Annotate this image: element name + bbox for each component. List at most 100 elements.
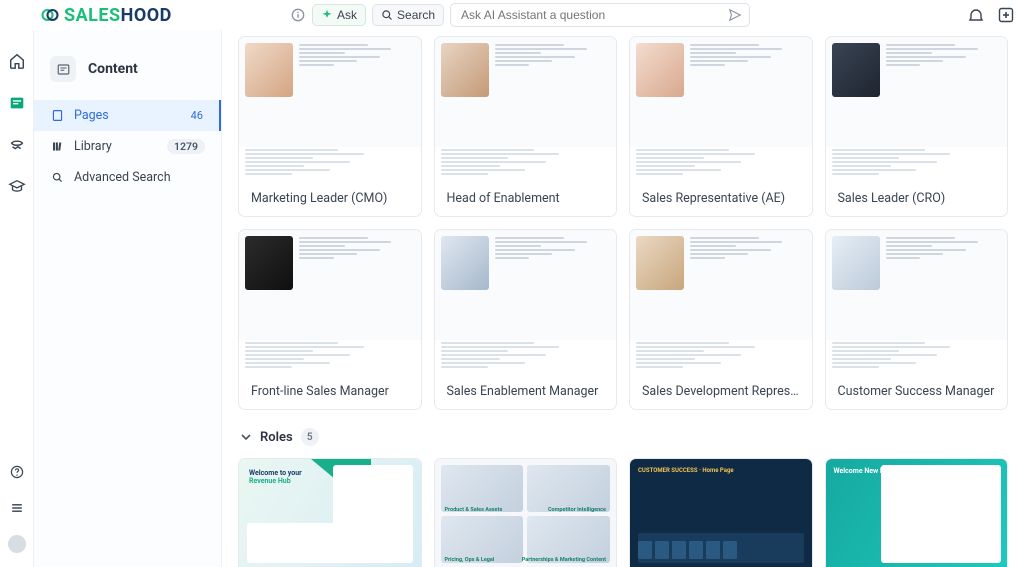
thumb-body (826, 340, 1008, 374)
sidebar-title: Content (88, 61, 138, 77)
thumb-body (435, 147, 617, 181)
roles-title: Roles (260, 430, 293, 445)
persona-card[interactable]: Customer Success Manager (825, 229, 1009, 410)
persona-thumb (239, 230, 421, 374)
sidebar: Content Pages 46 Library 1279 Advanced S… (34, 30, 222, 567)
notifications-icon[interactable] (968, 7, 984, 23)
persona-photo (441, 236, 489, 290)
chevron-down-icon (240, 431, 252, 443)
sidebar-item-label: Pages (74, 108, 109, 123)
persona-title: Front-line Sales Manager (239, 374, 421, 409)
persona-thumb (435, 230, 617, 374)
sidebar-item-advanced-search[interactable]: Advanced Search (34, 162, 221, 193)
search-button[interactable]: Search (372, 4, 444, 26)
sparkle-icon (321, 9, 333, 21)
thumb-body (826, 147, 1008, 181)
persona-title: Sales Leader (CRO) (826, 181, 1008, 216)
logo-text: SALESHOOD (64, 5, 172, 26)
content-icon[interactable] (8, 94, 26, 112)
persona-card[interactable]: Sales Leader (CRO) (825, 36, 1009, 217)
learning-icon[interactable] (8, 178, 26, 196)
sidebar-item-library[interactable]: Library 1279 (34, 131, 221, 162)
persona-photo (636, 43, 684, 97)
persona-photo (245, 43, 293, 97)
thumb-body (630, 340, 812, 374)
persona-title: Sales Representative (AE) (630, 181, 812, 216)
persona-title: Marketing Leader (CMO) (239, 181, 421, 216)
role-thumb: Product & Sales AssetsCompetitor Intelli… (435, 459, 617, 567)
persona-thumb (630, 230, 812, 374)
thumb-lines (690, 236, 806, 334)
thumb-lines (495, 236, 611, 334)
library-count: 1279 (167, 139, 205, 154)
role-thumb: Welcome New Hires! (826, 459, 1008, 567)
home-icon[interactable] (8, 52, 26, 70)
sidebar-item-label: Advanced Search (74, 170, 171, 185)
persona-card[interactable]: Sales Development Representativ... (629, 229, 813, 410)
help-icon[interactable] (8, 463, 26, 481)
persona-title: Sales Enablement Manager (435, 374, 617, 409)
ask-button[interactable]: Ask (312, 4, 366, 26)
user-avatar[interactable] (8, 535, 26, 553)
thumb-lines (690, 43, 806, 141)
search-label: Search (397, 8, 435, 22)
magnifier-icon (381, 9, 393, 21)
pages-count: 46 (191, 109, 203, 122)
ai-search-input[interactable] (450, 3, 750, 27)
persona-title: Head of Enablement (435, 181, 617, 216)
persona-card[interactable]: Sales Enablement Manager (434, 229, 618, 410)
topbar-search-cluster: Ask Search (290, 3, 750, 27)
role-card[interactable]: CUSTOMER SUCCESS · Home PageCustomer Suc… (629, 458, 813, 567)
page-icon (50, 109, 64, 123)
sidebar-item-label: Library (74, 139, 112, 154)
role-card[interactable]: Welcome New Hires!New Hire Sales Onboard… (825, 458, 1009, 567)
persona-card[interactable]: Marketing Leader (CMO) (238, 36, 422, 217)
role-card[interactable]: Product & Sales AssetsCompetitor Intelli… (434, 458, 618, 567)
logo-icon (40, 5, 60, 25)
info-icon[interactable] (290, 7, 306, 23)
topbar-right (968, 7, 1014, 23)
persona-thumb (826, 37, 1008, 181)
roles-grid: Welcome to yourRevenue HubAccount Execut… (238, 458, 1008, 567)
persona-photo (245, 236, 293, 290)
rail (0, 30, 34, 567)
main: Marketing Leader (CMO) Head of Enablemen… (222, 30, 1024, 567)
persona-title: Customer Success Manager (826, 374, 1008, 409)
sidebar-item-pages[interactable]: Pages 46 (34, 100, 221, 131)
thumb-lines (299, 43, 415, 141)
thumb-body (630, 147, 812, 181)
role-thumb: Welcome to yourRevenue Hub (239, 459, 421, 567)
persona-card[interactable]: Sales Representative (AE) (629, 36, 813, 217)
thumb-lines (886, 43, 1002, 141)
role-card[interactable]: Welcome to yourRevenue HubAccount Execut… (238, 458, 422, 567)
persona-photo (832, 236, 880, 290)
sidebar-header: Content (34, 46, 221, 100)
thumb-lines (886, 236, 1002, 334)
persona-thumb (239, 37, 421, 181)
menu-icon[interactable] (8, 499, 26, 517)
persona-thumb (630, 37, 812, 181)
add-icon[interactable] (998, 7, 1014, 23)
thumb-body (239, 340, 421, 374)
thumb-lines (495, 43, 611, 141)
persona-thumb (435, 37, 617, 181)
logo[interactable]: SALESHOOD (40, 5, 172, 26)
thumb-body (435, 340, 617, 374)
send-icon[interactable] (728, 8, 742, 22)
persona-card[interactable]: Head of Enablement (434, 36, 618, 217)
search-sm-icon (50, 171, 64, 185)
persona-card[interactable]: Front-line Sales Manager (238, 229, 422, 410)
topbar: SALESHOOD Ask Search (0, 0, 1024, 30)
content-header-icon (50, 56, 76, 82)
coaching-icon[interactable] (8, 136, 26, 154)
persona-photo (832, 43, 880, 97)
persona-thumb (826, 230, 1008, 374)
thumb-lines (299, 236, 415, 334)
thumb-body (239, 147, 421, 181)
role-thumb: CUSTOMER SUCCESS · Home Page (630, 459, 812, 567)
persona-photo (441, 43, 489, 97)
ask-label: Ask (337, 8, 357, 22)
library-icon (50, 140, 64, 154)
roles-section-head[interactable]: Roles 5 (240, 428, 1008, 446)
persona-photo (636, 236, 684, 290)
